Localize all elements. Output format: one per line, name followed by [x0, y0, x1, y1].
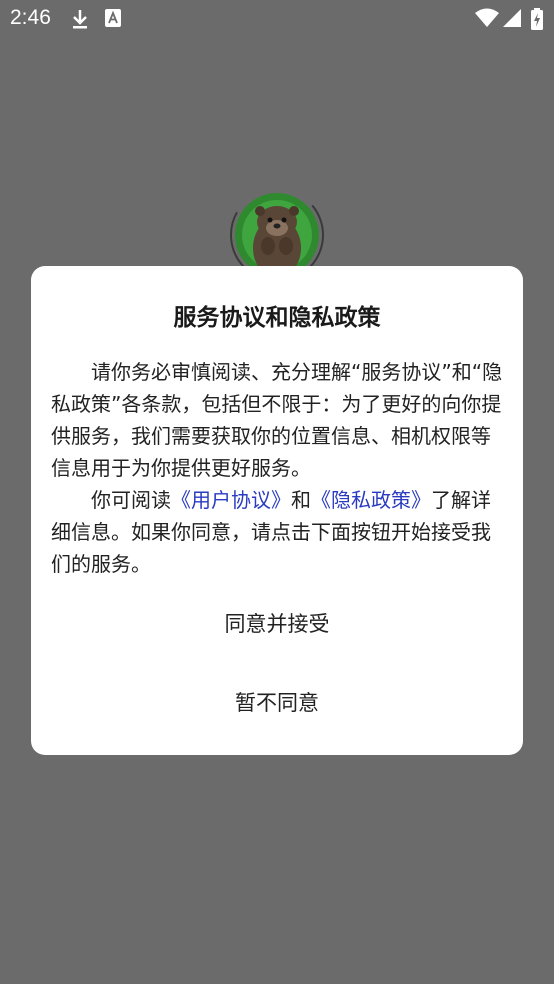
- policy-paragraph-2: 你可阅读《用户协议》和《隐私政策》了解详细信息。如果你同意，请点击下面按钮开始接…: [51, 484, 503, 580]
- privacy-policy-link[interactable]: 《隐私政策》: [311, 488, 431, 512]
- dialog-body: 请你务必审慎阅读、充分理解“服务协议”和“隐私政策”各条款，包括但不限于：为了更…: [51, 356, 503, 580]
- policy-paragraph-1: 请你务必审慎阅读、充分理解“服务协议”和“隐私政策”各条款，包括但不限于：为了更…: [51, 360, 503, 480]
- status-time: 2:46: [10, 6, 51, 29]
- download-icon: [73, 10, 87, 29]
- agree-button[interactable]: 同意并接受: [31, 602, 523, 646]
- disagree-button[interactable]: 暂不同意: [31, 681, 523, 725]
- battery-icon: [531, 8, 543, 30]
- signal-icon: [503, 9, 521, 27]
- paragraph-2-and: 和: [291, 488, 311, 512]
- status-bar: 2:46: [0, 0, 554, 38]
- dialog-title: 服务协议和隐私政策: [173, 305, 381, 331]
- privacy-policy-dialog: 服务协议和隐私政策 请你务必审慎阅读、充分理解“服务协议”和“隐私政策”各条款，…: [31, 266, 523, 755]
- a-badge-icon: [105, 9, 121, 27]
- paragraph-2-prefix: 你可阅读: [91, 488, 171, 512]
- wifi-icon: [475, 8, 499, 27]
- user-agreement-link[interactable]: 《用户协议》: [171, 488, 291, 512]
